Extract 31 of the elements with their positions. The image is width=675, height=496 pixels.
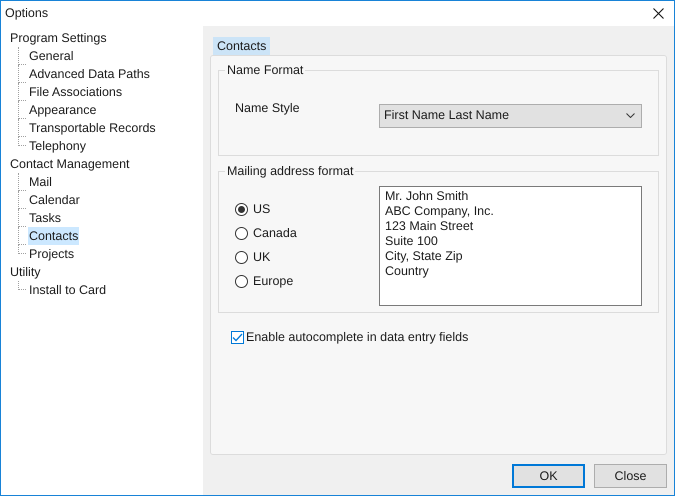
close-icon[interactable] [653,8,664,19]
tree-connector-icon [18,281,26,290]
chevron-down-icon [626,113,635,118]
dialog-button[interactable]: Close [594,464,667,488]
name-style-dropdown[interactable]: First Name Last Name [379,104,642,128]
autocomplete-checkbox[interactable]: Enable autocomplete in data entry fields [231,328,659,347]
tree-item[interactable]: Mail [28,173,53,191]
tree-item[interactable]: Utility [9,263,42,281]
contacts-tab[interactable]: Contacts [213,37,270,55]
name-style-label: Name Style [235,100,301,117]
tree-item[interactable]: Projects [28,245,76,263]
radio-option[interactable]: Europe [235,269,379,293]
radio-option[interactable]: US [235,197,379,221]
tree-item[interactable]: Advanced Data Paths [28,65,151,83]
tree-item[interactable]: File Associations [28,83,124,101]
tree-item[interactable]: Appearance [28,101,98,119]
tree-item[interactable]: Install to Card [28,281,108,299]
tree-item[interactable]: Contacts [28,227,80,245]
tree-item[interactable]: General [28,47,74,65]
radio-option[interactable]: UK [235,245,379,269]
tree-item[interactable]: Tasks [28,209,62,227]
tree-item[interactable]: Program Settings [9,29,108,47]
tree-item[interactable]: Calendar [28,191,81,209]
window-title: Options [5,5,48,22]
address-field[interactable]: Mr. John Smith ABC Company, Inc. 123 Main Street Suite 100 City, State Zip Country [379,186,642,306]
dialog-button[interactable]: OK [512,464,585,488]
tree-item[interactable]: Contact Management [9,155,131,173]
radio-option[interactable]: Canada [235,221,379,245]
group-title: Mailing address format [225,163,356,179]
tree-item[interactable]: Transportable Records [28,119,157,137]
tree-item[interactable]: Telephony [28,137,87,155]
